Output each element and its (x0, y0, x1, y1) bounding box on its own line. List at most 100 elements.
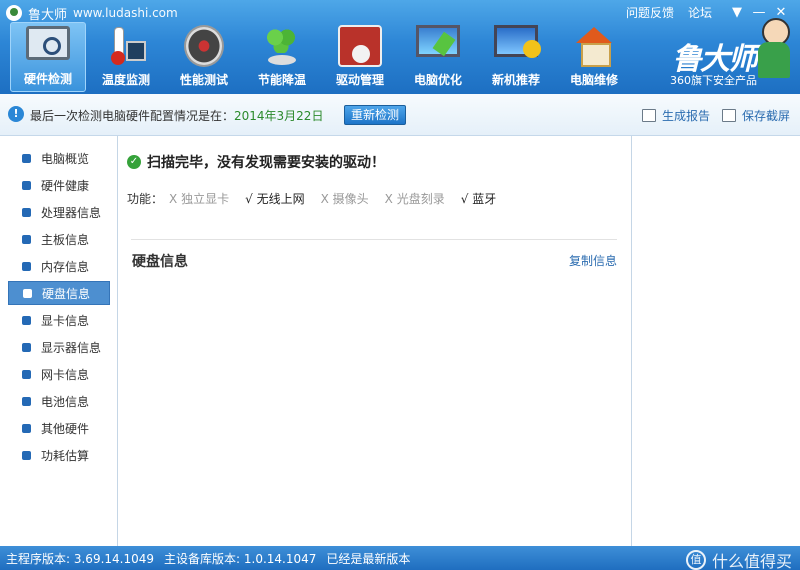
watermark-text: 什么值得买 (711, 552, 792, 570)
tab-energy-saving[interactable]: 节能降温 (244, 22, 320, 92)
last-check-message: 最后一次检测电脑硬件配置情况是在： (30, 109, 235, 123)
bullet-icon (22, 180, 31, 190)
bullet-icon (22, 207, 31, 217)
printer-icon (642, 109, 656, 122)
bullet-icon (22, 261, 31, 271)
feature-mark: √ (460, 192, 469, 206)
main-content: ✓ 扫描完毕，没有发现需要安装的驱动！ 功能： X 独立显卡 √ 无线上网 X … (119, 136, 632, 546)
right-panel (633, 136, 800, 546)
section-title: 硬盘信息 (132, 254, 188, 270)
generate-report-label: 生成报告 (662, 109, 711, 123)
brand-subtitle: 360旗下安全产品 (670, 74, 757, 87)
house-repair-icon (572, 25, 616, 67)
tab-performance[interactable]: 性能测试 (166, 22, 242, 92)
app-url: www.ludashi.com (73, 6, 178, 20)
sidebar-item-label: 显卡信息 (41, 313, 90, 328)
feature-item: X 独立显卡 (169, 190, 229, 207)
last-check-date: 2014年3月22日 (234, 109, 324, 123)
generate-report-button[interactable]: 生成报告 (642, 107, 710, 124)
info-bar: ! 最后一次检测电脑硬件配置情况是在： 2014年3月22日 重新检测 生成报告… (0, 94, 800, 136)
tab-pc-repair[interactable]: 电脑维修 (556, 22, 632, 92)
header: 鲁大师 www.ludashi.com 问题反馈 论坛 ▼ — ✕ 硬件检测 温… (0, 0, 800, 94)
feature-name: 无线上网 (256, 192, 305, 206)
bullet-icon (22, 153, 31, 163)
sidebar-item-label: 硬盘信息 (42, 286, 91, 301)
program-version: 主程序版本: 3.69.14.1049 (6, 551, 155, 566)
feature-item: X 摄像头 (321, 190, 369, 207)
tab-label: 硬件检测 (23, 72, 72, 86)
feature-name: 摄像头 (332, 192, 369, 206)
bullet-icon (22, 423, 31, 433)
feature-list: 功能： X 独立显卡 √ 无线上网 X 摄像头 X 光盘刻录 √ 蓝牙 (127, 190, 512, 207)
new-pc-award-icon (494, 25, 541, 58)
bullet-icon (22, 369, 31, 379)
speed-gauge-icon (184, 25, 224, 67)
feature-name: 独立显卡 (181, 192, 230, 206)
recheck-button[interactable]: 重新检测 (344, 105, 406, 125)
brand-logo: 鲁大师 360旗下安全产品 (666, 18, 790, 90)
bullet-icon (23, 288, 32, 298)
tab-label: 电脑优化 (413, 73, 462, 87)
main-toolbar: 硬件检测 温度监测 性能测试 节能降温 驱动管理 电脑优化 新机推荐 电脑维修 (10, 22, 634, 92)
copy-info-link[interactable]: 复制信息 (569, 252, 617, 269)
feature-item: √ 无线上网 (245, 190, 305, 207)
sidebar-item-label: 电脑概览 (41, 151, 90, 166)
bullet-icon (22, 315, 31, 325)
sidebar-item-label: 功耗估算 (41, 448, 90, 463)
status-bar: 主程序版本: 3.69.14.1049 主设备库版本: 1.0.14.1047 … (0, 546, 800, 570)
sidebar-item-disk[interactable]: 硬盘信息 (8, 281, 110, 305)
clover-icon (260, 25, 304, 67)
sidebar-item-cpu[interactable]: 处理器信息 (8, 200, 110, 224)
feature-item: X 光盘刻录 (385, 190, 445, 207)
sidebar-item-label: 内存信息 (41, 259, 90, 274)
sidebar-item-battery[interactable]: 电池信息 (8, 389, 110, 413)
tab-temperature[interactable]: 温度监测 (88, 22, 164, 92)
tab-driver-management[interactable]: 驱动管理 (322, 22, 398, 92)
feedback-link[interactable]: 问题反馈 (626, 4, 674, 21)
monitor-magnifier-icon (26, 26, 70, 60)
menu-dropdown-icon[interactable]: ▼ (726, 5, 748, 20)
title-bar: 鲁大师 www.ludashi.com (6, 4, 178, 23)
sidebar-item-memory[interactable]: 内存信息 (8, 254, 110, 278)
scan-status-text: 扫描完毕，没有发现需要安装的驱动！ (147, 155, 385, 171)
info-icon: ! (8, 106, 24, 122)
feature-mark: X (384, 192, 393, 206)
tab-label: 性能测试 (179, 73, 228, 87)
bullet-icon (22, 234, 31, 244)
device-db-version: 主设备库版本: 1.0.14.1047 (164, 551, 317, 566)
divider (131, 239, 617, 240)
save-screenshot-button[interactable]: 保存截屏 (722, 107, 790, 124)
thermometer-icon (104, 25, 148, 67)
pc-optimize-icon (416, 25, 460, 57)
bullet-icon (22, 450, 31, 460)
sidebar-item-hardware-health[interactable]: 硬件健康 (8, 173, 110, 197)
sidebar-item-overview[interactable]: 电脑概览 (8, 146, 110, 170)
sidebar-item-label: 网卡信息 (41, 367, 90, 382)
forum-link[interactable]: 论坛 (688, 4, 712, 21)
tab-label: 驱动管理 (335, 73, 384, 87)
tab-pc-optimize[interactable]: 电脑优化 (400, 22, 476, 92)
watermark: 值 什么值得买 (685, 548, 792, 570)
sidebar-item-motherboard[interactable]: 主板信息 (8, 227, 110, 251)
mascot-icon (756, 18, 792, 82)
app-logo-icon (6, 5, 22, 21)
sidebar-item-graphics[interactable]: 显卡信息 (8, 308, 110, 332)
sidebar-item-power-estimate[interactable]: 功耗估算 (8, 443, 110, 467)
sidebar-item-label: 其他硬件 (41, 421, 90, 436)
latest-version-status: 已经是最新版本 (326, 551, 411, 566)
tab-label: 新机推荐 (491, 73, 540, 87)
sidebar-item-network[interactable]: 网卡信息 (8, 362, 110, 386)
sidebar: 电脑概览 硬件健康 处理器信息 主板信息 内存信息 硬盘信息 显卡信息 显示器信… (0, 136, 118, 546)
feature-name: 蓝牙 (472, 192, 497, 206)
camera-icon (722, 109, 736, 122)
sidebar-item-other-hardware[interactable]: 其他硬件 (8, 416, 110, 440)
sidebar-item-display[interactable]: 显示器信息 (8, 335, 110, 359)
ludashi-window: 鲁大师 www.ludashi.com 问题反馈 论坛 ▼ — ✕ 硬件检测 温… (0, 0, 800, 570)
save-screenshot-label: 保存截屏 (742, 109, 791, 123)
tab-label: 温度监测 (101, 73, 150, 87)
feature-mark: √ (245, 192, 253, 206)
tab-hardware-detect[interactable]: 硬件检测 (10, 22, 86, 92)
tab-new-pc[interactable]: 新机推荐 (478, 22, 554, 92)
features-label: 功能： (127, 192, 164, 206)
check-circle-icon: ✓ (127, 155, 141, 169)
